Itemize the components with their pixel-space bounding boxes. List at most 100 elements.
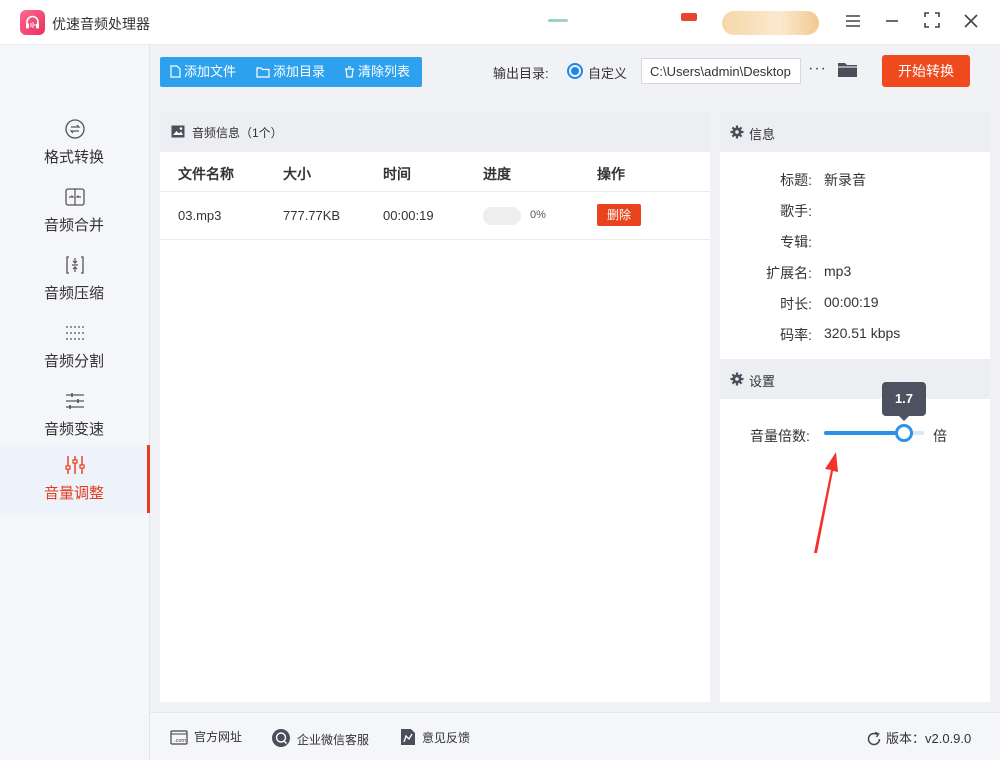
gear-icon bbox=[730, 125, 744, 139]
custom-output-radio[interactable] bbox=[567, 63, 583, 79]
annotation-arrow-icon bbox=[814, 452, 838, 553]
svg-text:.com: .com bbox=[174, 738, 186, 744]
info-value-title: 新录音 bbox=[824, 172, 866, 188]
titlebar-promo-banner[interactable] bbox=[722, 11, 819, 35]
chat-support-icon bbox=[272, 729, 290, 747]
row-size: 777.77KB bbox=[283, 208, 341, 223]
volume-unit-label: 倍 bbox=[933, 428, 947, 444]
column-header-action: 操作 bbox=[597, 166, 625, 182]
trash-icon bbox=[345, 66, 354, 78]
output-path-input[interactable] bbox=[641, 58, 801, 84]
sidebar-item-label: 音频压缩 bbox=[43, 285, 104, 302]
sidebar-item-label: 音频分割 bbox=[43, 353, 104, 370]
add-file-label: 添加文件 bbox=[184, 64, 237, 79]
info-label-title: 标题: bbox=[780, 172, 812, 188]
app-title: 优速音频处理器 bbox=[52, 16, 150, 32]
add-folder-label: 添加目录 bbox=[273, 64, 326, 79]
app-logo-icon bbox=[20, 10, 45, 35]
row-time: 00:00:19 bbox=[383, 208, 434, 223]
file-action-toolbar: 添加文件 添加目录 清除列表 bbox=[160, 57, 422, 87]
column-header-filename: 文件名称 bbox=[178, 166, 234, 182]
sidebar-item-merge[interactable]: 音频合并 bbox=[0, 177, 150, 245]
title-bar: 优速音频处理器 bbox=[0, 0, 1000, 45]
column-header-time: 时间 bbox=[383, 166, 411, 182]
feedback-icon bbox=[401, 729, 415, 745]
close-button[interactable] bbox=[960, 11, 982, 33]
split-icon bbox=[66, 326, 84, 340]
menu-icon[interactable] bbox=[842, 11, 864, 33]
clear-list-label: 清除列表 bbox=[358, 64, 411, 79]
custom-output-label[interactable]: 自定义 bbox=[588, 63, 627, 82]
info-panel-title: 信息 bbox=[749, 127, 776, 142]
info-value-bitrate: 320.51 kbps bbox=[824, 325, 901, 341]
right-panel: 信息 标题: 新录音 歌手: 专辑: 扩展名: mp3 时长: 00:00:19… bbox=[720, 112, 990, 702]
info-label-duration: 时长: bbox=[780, 296, 812, 312]
volume-slider-fill bbox=[824, 431, 904, 435]
minimize-button[interactable] bbox=[881, 11, 903, 33]
version-info[interactable]: 版本：v2.0.9.0 bbox=[866, 728, 971, 747]
sidebar-item-label: 音频合并 bbox=[43, 217, 104, 234]
merge-icon bbox=[65, 188, 85, 206]
info-label-album: 专辑: bbox=[780, 234, 812, 250]
progress-percent: 0% bbox=[530, 209, 546, 221]
info-label-extension: 扩展名: bbox=[766, 265, 812, 281]
start-convert-button[interactable]: 开始转换 bbox=[882, 55, 970, 87]
settings-panel-title: 设置 bbox=[749, 374, 776, 389]
format-convert-icon bbox=[65, 119, 85, 139]
feedback-link[interactable]: 意见反馈 bbox=[400, 728, 470, 746]
volume-slider[interactable] bbox=[824, 424, 924, 442]
output-dir-label: 输出目录: bbox=[493, 66, 549, 81]
sidebar-item-format-convert[interactable]: 格式转换 bbox=[0, 109, 150, 177]
file-icon bbox=[170, 65, 181, 78]
volume-multiplier-label: 音量倍数: bbox=[750, 428, 810, 444]
folder-outline-icon bbox=[256, 67, 270, 78]
add-folder-button[interactable]: 添加目录 bbox=[256, 57, 325, 87]
sidebar-item-label: 音量调整 bbox=[43, 485, 104, 502]
version-label: 版本：v2.0.9.0 bbox=[886, 731, 972, 746]
titlebar-badge-icon[interactable] bbox=[681, 13, 697, 21]
sidebar-item-split[interactable]: 音频分割 bbox=[0, 313, 150, 381]
footer-bar: .com 官方网址 企业微信客服 意见反馈 版本：v2.0.9.0 bbox=[150, 712, 1000, 760]
settings-panel-header: 设置 bbox=[720, 359, 990, 399]
info-label-artist: 歌手: bbox=[780, 203, 812, 219]
column-header-size: 大小 bbox=[283, 166, 311, 182]
info-value-duration: 00:00:19 bbox=[824, 294, 879, 310]
official-website-link[interactable]: .com 官方网址 bbox=[170, 728, 242, 745]
clear-list-button[interactable]: 清除列表 bbox=[344, 57, 410, 87]
progress-bar bbox=[483, 207, 521, 225]
wechat-support-link[interactable]: 企业微信客服 bbox=[271, 728, 369, 748]
info-value-extension: mp3 bbox=[824, 263, 852, 279]
file-list-panel: 音频信息（1个） 文件名称 大小 时间 进度 操作 03.mp3 777.77K… bbox=[160, 112, 710, 702]
sidebar-item-volume-adjust[interactable]: 音量调整 bbox=[0, 445, 150, 513]
add-file-button[interactable]: 添加文件 bbox=[170, 57, 236, 87]
volume-slider-thumb[interactable] bbox=[895, 424, 913, 442]
maximize-button[interactable] bbox=[921, 11, 943, 33]
sidebar-item-speed[interactable]: 音频变速 bbox=[0, 381, 150, 449]
divider bbox=[160, 191, 710, 192]
sidebar-item-label: 音频变速 bbox=[43, 421, 104, 438]
info-label-bitrate: 码率: bbox=[780, 327, 812, 343]
delete-button[interactable]: 删除 bbox=[597, 204, 641, 226]
volume-value-tooltip: 1.7 bbox=[882, 382, 926, 421]
titlebar-decoration bbox=[548, 19, 568, 22]
sidebar: 格式转换 音频合并 音频压缩 音频分割 音频变速 音量调整 bbox=[0, 45, 150, 760]
info-panel-header: 信息 bbox=[720, 112, 990, 152]
gear-icon bbox=[730, 372, 744, 386]
open-folder-icon[interactable] bbox=[837, 61, 858, 78]
sidebar-item-label: 格式转换 bbox=[43, 149, 104, 166]
browse-more-icon[interactable]: ··· bbox=[808, 60, 827, 78]
file-list-title: 音频信息（1个） bbox=[192, 126, 283, 140]
file-list-header: 音频信息（1个） bbox=[160, 112, 710, 152]
column-header-progress: 进度 bbox=[483, 166, 511, 182]
sidebar-item-compress[interactable]: 音频压缩 bbox=[0, 245, 150, 313]
speed-icon bbox=[66, 393, 84, 409]
compress-icon bbox=[66, 256, 84, 274]
website-icon: .com bbox=[170, 730, 188, 745]
feedback-label: 意见反馈 bbox=[422, 731, 471, 745]
refresh-icon bbox=[867, 731, 881, 746]
wechat-support-label: 企业微信客服 bbox=[297, 733, 370, 747]
divider bbox=[160, 239, 710, 240]
official-website-label: 官方网址 bbox=[194, 730, 243, 744]
volume-adjust-icon bbox=[65, 456, 85, 474]
image-icon bbox=[171, 125, 185, 138]
